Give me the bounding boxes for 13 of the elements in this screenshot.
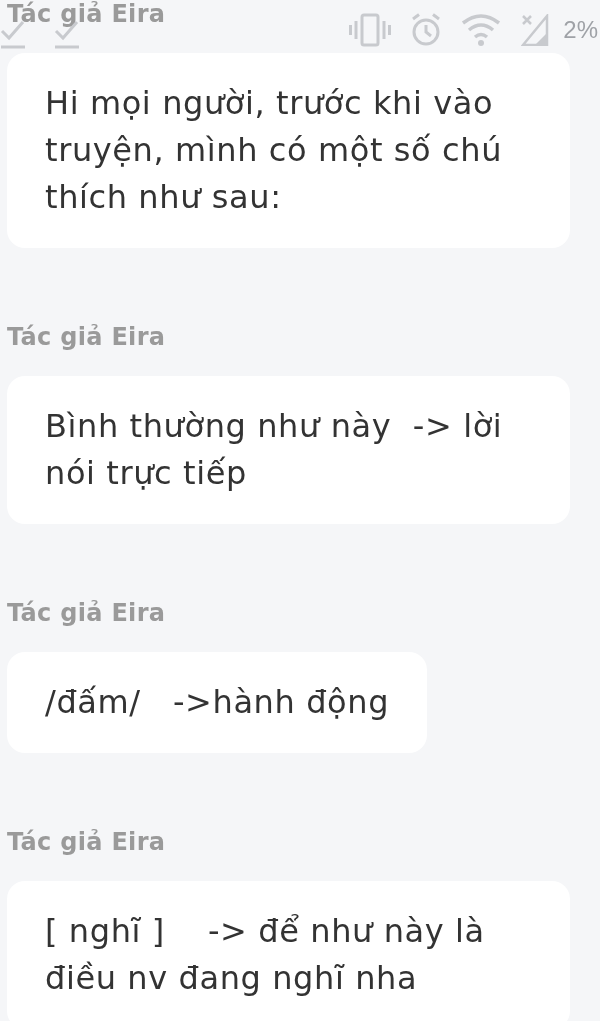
alarm-icon [411,13,442,47]
battery-percent: 2% [563,15,599,45]
message-bubble: [ nghĩ ] -> để như này là điều nv đang nghĩ nha [7,881,570,1021]
vibrate-icon [349,13,392,47]
author-name: Tác giả Eira [7,828,166,856]
message-bubble: /đấm/ ->hành động [7,652,428,753]
wifi-icon [461,14,502,46]
author-name: Tác giả Eira [7,323,166,351]
message-bubble: Hi mọi người, trước khi vào truyện, mình có một số chú thích như sau: [7,53,570,248]
author-name: Tác giả Eira [7,0,166,28]
author-name: Tác giả Eira [7,599,166,627]
signal-icon [521,14,550,46]
message-bubble: Bình thường như này -> lời nói trực tiếp [7,376,570,524]
